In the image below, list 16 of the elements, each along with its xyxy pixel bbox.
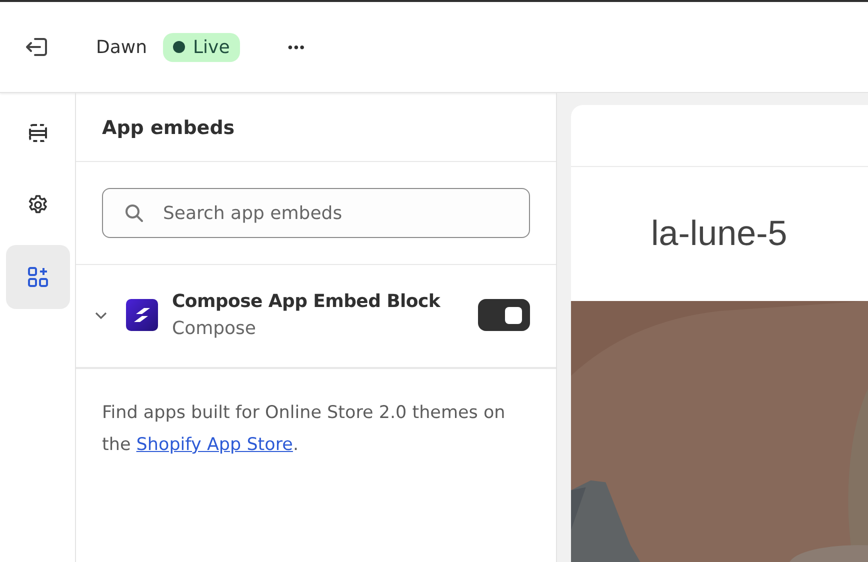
app-name: Compose [172, 318, 258, 339]
embed-toggle[interactable] [478, 299, 530, 331]
live-badge: Live [163, 32, 240, 62]
more-button[interactable]: ••• [284, 35, 310, 59]
search-field[interactable]: Search app embeds [102, 188, 530, 238]
apps-icon [26, 265, 50, 289]
exit-icon [24, 36, 50, 58]
app-store-link[interactable]: Shopify App Store [136, 435, 293, 455]
embed-name: Compose App Embed Block [172, 291, 442, 312]
store-name: la-lune-5 [651, 214, 788, 254]
panel-title: App embeds [76, 93, 556, 162]
apps-tab[interactable] [6, 245, 70, 309]
search-icon [124, 203, 144, 223]
theme-name: Dawn [96, 36, 148, 58]
app-store-note: Find apps built for Online Store 2.0 themes on the Shopify App Store. [101, 402, 506, 457]
app-logo-icon [126, 299, 158, 331]
